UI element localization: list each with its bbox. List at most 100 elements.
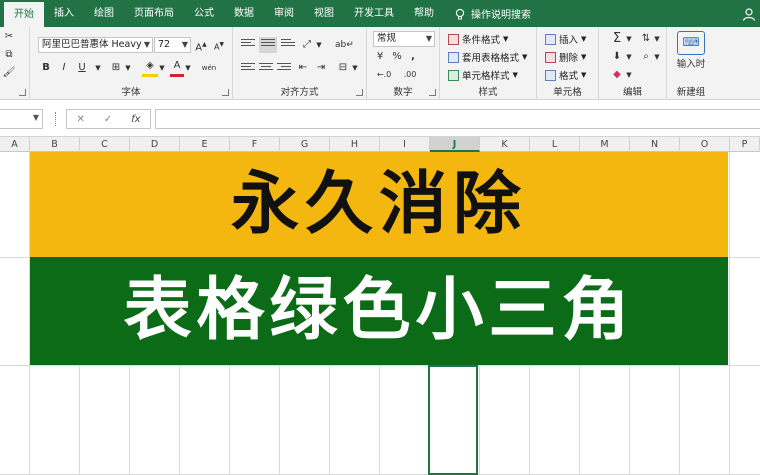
decrease-indent-icon[interactable]: ⇤ xyxy=(295,60,311,76)
font-launcher-icon[interactable] xyxy=(222,89,229,96)
align-bottom-icon[interactable] xyxy=(281,39,295,51)
find-select-icon[interactable]: ⌕ xyxy=(639,49,653,65)
clipboard-group: ✂ ⧉ 🖌 xyxy=(0,27,30,100)
input-time-button[interactable]: 输入时 xyxy=(667,57,715,73)
merge-center-icon[interactable]: ⊟ xyxy=(335,60,351,76)
selected-cell[interactable] xyxy=(428,365,478,475)
tell-me-search[interactable]: 操作说明搜索 xyxy=(444,6,531,21)
grow-font-button[interactable]: A▲ xyxy=(194,37,208,53)
column-header-f[interactable]: F xyxy=(230,137,280,152)
chevron-down-icon[interactable]: ▼ xyxy=(124,60,132,76)
clear-icon[interactable]: ◆ xyxy=(609,67,625,83)
phonetic-button[interactable]: wén xyxy=(200,60,218,76)
column-header-n[interactable]: N xyxy=(630,137,680,152)
font-name-select[interactable]: 阿里巴巴普惠体 Heavy ▼ xyxy=(38,37,153,53)
banner-yellow[interactable]: 永久消除 xyxy=(30,152,728,257)
column-header-e[interactable]: E xyxy=(180,137,230,152)
chevron-down-icon[interactable]: ▼ xyxy=(625,67,633,83)
column-header-a[interactable]: A xyxy=(0,137,30,152)
column-header-c[interactable]: C xyxy=(80,137,130,152)
increase-indent-icon[interactable]: ⇥ xyxy=(313,60,329,76)
fill-color-icon[interactable]: ◈ xyxy=(142,58,158,77)
alignment-launcher-icon[interactable] xyxy=(356,89,363,96)
column-header-k[interactable]: K xyxy=(480,137,530,152)
tab-data[interactable]: 数据 xyxy=(224,0,264,27)
font-color-button[interactable]: A xyxy=(170,58,184,77)
format-cells-button[interactable]: 格式 ▼ xyxy=(545,67,586,83)
cell-styles-button[interactable]: 单元格样式 ▼ xyxy=(448,67,518,83)
currency-button[interactable]: ¥ xyxy=(373,49,387,65)
tab-draw[interactable]: 绘图 xyxy=(84,0,124,27)
wrap-text-icon[interactable]: ab↵ xyxy=(335,37,354,53)
tab-developer[interactable]: 开发工具 xyxy=(344,0,404,27)
autosum-icon[interactable]: Σ xyxy=(609,31,625,47)
tab-page-layout[interactable]: 页面布局 xyxy=(124,0,184,27)
align-center-icon[interactable] xyxy=(259,63,273,75)
font-size-select[interactable]: 72 ▼ xyxy=(154,37,191,53)
fill-icon[interactable]: ⬇ xyxy=(609,49,625,65)
borders-icon[interactable]: ⊞ xyxy=(108,60,124,76)
copy-icon[interactable]: ⧉ xyxy=(2,47,16,63)
formula-bar-splitter[interactable] xyxy=(55,112,58,126)
sort-filter-icon[interactable]: ⇅ xyxy=(639,31,653,47)
align-top-icon[interactable] xyxy=(241,39,255,51)
tab-view[interactable]: 视图 xyxy=(304,0,344,27)
user-icon[interactable] xyxy=(742,7,756,21)
format-painter-icon[interactable]: 🖌 xyxy=(2,65,16,81)
chevron-down-icon[interactable]: ▼ xyxy=(351,60,359,76)
gridline-vertical xyxy=(729,152,730,475)
column-header-l[interactable]: L xyxy=(530,137,580,152)
column-header-d[interactable]: D xyxy=(130,137,180,152)
tab-home[interactable]: 开始 xyxy=(4,0,44,27)
enter-icon[interactable]: ✓ xyxy=(104,114,112,125)
tab-formulas[interactable]: 公式 xyxy=(184,0,224,27)
column-header-i[interactable]: I xyxy=(380,137,430,152)
tab-insert[interactable]: 插入 xyxy=(44,0,84,27)
chevron-down-icon[interactable]: ▼ xyxy=(625,49,633,65)
italic-button[interactable]: I xyxy=(58,60,70,76)
number-launcher-icon[interactable] xyxy=(429,89,436,96)
insert-cells-button[interactable]: 插入 ▼ xyxy=(545,31,586,47)
column-header-b[interactable]: B xyxy=(30,137,80,152)
format-as-table-button[interactable]: 套用表格格式 ▼ xyxy=(448,49,527,65)
column-header-h[interactable]: H xyxy=(330,137,380,152)
tab-help[interactable]: 帮助 xyxy=(404,0,444,27)
underline-button[interactable]: U xyxy=(76,60,88,76)
chevron-down-icon[interactable]: ▼ xyxy=(158,60,166,76)
align-middle-icon[interactable] xyxy=(259,37,277,53)
column-header-o[interactable]: O xyxy=(680,137,730,152)
input-time-icon[interactable]: ⌨ xyxy=(677,31,705,55)
chevron-down-icon[interactable]: ▼ xyxy=(184,60,192,76)
comma-button[interactable]: , xyxy=(407,49,419,65)
tab-review[interactable]: 审阅 xyxy=(264,0,304,27)
percent-button[interactable]: % xyxy=(391,49,403,65)
chevron-down-icon[interactable]: ▼ xyxy=(94,60,102,76)
chevron-down-icon[interactable]: ▼ xyxy=(653,49,661,65)
name-box[interactable]: ▼ xyxy=(0,109,43,129)
align-right-icon[interactable] xyxy=(277,63,291,75)
increase-decimal-button[interactable]: ←.0 xyxy=(373,67,395,83)
chevron-down-icon[interactable]: ▼ xyxy=(625,31,633,47)
worksheet-grid[interactable]: 永久消除 表格绿色小三角 xyxy=(0,152,760,475)
number-format-select[interactable]: 常规 ▼ xyxy=(373,31,435,47)
chevron-down-icon[interactable]: ▼ xyxy=(653,31,661,47)
formula-input[interactable] xyxy=(155,109,760,129)
insert-function-icon[interactable]: fx xyxy=(131,114,140,125)
bold-button[interactable]: B xyxy=(40,60,52,76)
align-left-icon[interactable] xyxy=(241,63,255,75)
column-header-j[interactable]: J xyxy=(430,137,480,152)
cancel-icon[interactable]: ✕ xyxy=(76,114,84,125)
shrink-font-button[interactable]: A▼ xyxy=(212,37,226,53)
banner-green[interactable]: 表格绿色小三角 xyxy=(30,257,728,365)
delete-cells-button[interactable]: 删除 ▼ xyxy=(545,49,586,65)
column-header-g[interactable]: G xyxy=(280,137,330,152)
cut-icon[interactable]: ✂ xyxy=(2,29,16,45)
ribbon-tab-bar: 开始 插入 绘图 页面布局 公式 数据 审阅 视图 开发工具 帮助 操作说明搜索 xyxy=(0,0,760,27)
chevron-down-icon[interactable]: ▼ xyxy=(315,37,323,53)
clipboard-launcher-icon[interactable] xyxy=(19,89,26,96)
column-header-m[interactable]: M xyxy=(580,137,630,152)
conditional-format-button[interactable]: 条件格式 ▼ xyxy=(448,31,508,47)
decrease-decimal-button[interactable]: .00 xyxy=(399,67,421,83)
column-header-p[interactable]: P xyxy=(730,137,760,152)
orientation-icon[interactable]: ⤢ xyxy=(299,37,315,53)
